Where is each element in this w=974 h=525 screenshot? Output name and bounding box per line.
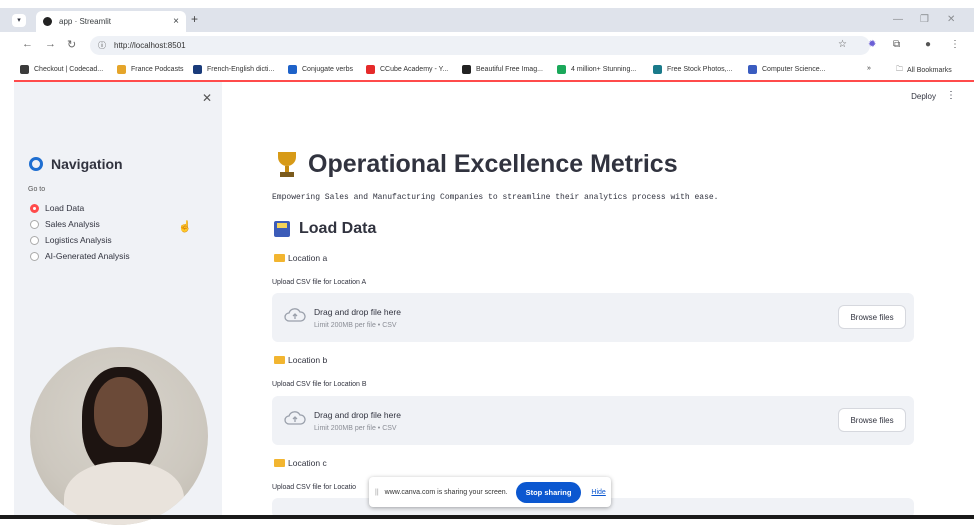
bookmark-item[interactable]: French-English dicti... — [193, 65, 274, 74]
url-text: http://localhost:8501 — [114, 41, 186, 50]
sidebar-close-icon[interactable]: ✕ — [202, 91, 212, 105]
bookmark-star-icon[interactable]: ☆ — [838, 39, 847, 50]
profile-avatar-icon[interactable]: ● — [925, 39, 931, 50]
trophy-icon — [276, 151, 298, 178]
bookmark-favicon-icon — [193, 65, 202, 74]
location-b-heading: Location b — [274, 355, 327, 365]
site-info-icon[interactable]: ⓘ — [98, 40, 106, 51]
streamlit-favicon-icon — [43, 17, 52, 26]
folder-icon — [274, 254, 285, 262]
limit-text: Limit 200MB per file • CSV — [314, 322, 397, 329]
main-menu-icon[interactable]: ⋮ — [946, 90, 956, 101]
bookmark-favicon-icon — [288, 65, 297, 74]
bookmark-item[interactable]: Computer Science... — [748, 65, 825, 74]
window-top — [0, 0, 974, 8]
back-arrow-icon[interactable]: ← — [22, 38, 33, 50]
bookmark-favicon-icon — [557, 65, 566, 74]
tab-search-chevron-icon[interactable]: ▾ — [12, 14, 26, 27]
minimize-icon[interactable]: — — [893, 14, 903, 25]
bookmark-item[interactable]: Beautiful Free Imag... — [462, 65, 543, 74]
bookmark-favicon-icon — [748, 65, 757, 74]
tab-title: app · Streamlit — [59, 17, 112, 26]
address-bar-row: ← → ↻ ⓘ http://localhost:8501 ☆ ✹ ⧉ ● ⋮ — [0, 32, 974, 60]
close-window-icon[interactable]: ✕ — [947, 14, 955, 25]
file-dropzone-b[interactable]: Drag and drop file here Limit 200MB per … — [272, 396, 914, 445]
radio-empty-icon — [30, 235, 39, 245]
radio-selected-icon — [30, 203, 39, 213]
bookmark-item[interactable]: CCube Academy - Y... — [366, 65, 448, 74]
reload-icon[interactable]: ↻ — [67, 38, 76, 51]
radio-ai-generated-analysis[interactable]: AI-Generated Analysis — [30, 251, 130, 261]
bookmark-item[interactable]: 4 million+ Stunning... — [557, 65, 636, 74]
bookmark-favicon-icon — [462, 65, 471, 74]
file-dropzone-a[interactable]: Drag and drop file here Limit 200MB per … — [272, 293, 914, 342]
browser-menu-icon[interactable]: ⋮ — [950, 39, 960, 50]
upload-label-a: Upload CSV file for Location A — [272, 279, 367, 286]
browse-files-button[interactable]: Browse files — [838, 305, 906, 329]
bookmark-item[interactable]: Conjugate verbs — [288, 65, 353, 74]
page-subtitle: Empowering Sales and Manufacturing Compa… — [272, 193, 719, 202]
bookmark-favicon-icon — [20, 65, 29, 74]
new-tab-plus-icon[interactable]: + — [191, 12, 198, 26]
browse-files-button[interactable]: Browse files — [838, 408, 906, 432]
webcam-video-overlay — [30, 347, 208, 525]
extension-gear-icon[interactable]: ✹ — [868, 39, 876, 50]
hand-cursor-icon: ☝ — [178, 221, 192, 233]
bookmarks-overflow-icon[interactable]: » — [867, 65, 871, 72]
sidebar: ✕ Navigation Go to Load Data Sales Analy… — [14, 82, 222, 525]
goto-label: Go to — [28, 186, 46, 193]
radio-empty-icon — [30, 219, 39, 229]
hide-share-bar-link[interactable]: Hide — [591, 489, 605, 496]
upload-cloud-icon — [284, 308, 306, 322]
bookmark-favicon-icon — [117, 65, 126, 74]
all-bookmarks-folder[interactable]: 🗀 All Bookmarks — [896, 65, 952, 76]
deploy-button[interactable]: Deploy — [911, 92, 936, 101]
bookmark-favicon-icon — [653, 65, 662, 74]
tab-close-icon[interactable]: × — [173, 16, 179, 27]
folder-icon — [274, 459, 285, 467]
bookmark-item[interactable]: Free Stock Photos,... — [653, 65, 732, 74]
radio-load-data[interactable]: Load Data — [30, 203, 84, 213]
section-heading: Load Data — [274, 220, 376, 238]
forward-arrow-icon[interactable]: → — [45, 38, 56, 50]
folder-icon: 🗀 — [896, 66, 903, 73]
radio-empty-icon — [30, 251, 39, 261]
radio-logistics-analysis[interactable]: Logistics Analysis — [30, 235, 112, 245]
maximize-icon[interactable]: ❐ — [920, 14, 929, 25]
extensions-puzzle-icon[interactable]: ⧉ — [893, 39, 900, 50]
sidebar-title: Navigation — [29, 156, 123, 172]
drop-text: Drag and drop file here — [314, 410, 401, 420]
share-message: www.canva.com is sharing your screen. — [384, 488, 508, 496]
limit-text: Limit 200MB per file • CSV — [314, 425, 397, 432]
location-a-heading: Location a — [274, 253, 327, 263]
tab-bar: ▾ app · Streamlit × + — ❐ ✕ — [0, 8, 974, 32]
upload-label-c: Upload CSV file for Locatio — [272, 484, 357, 491]
bookmarks-bar: Checkout | Codecad... France Podcasts Fr… — [0, 60, 974, 80]
floppy-disk-icon — [274, 221, 290, 237]
stop-sharing-button[interactable]: Stop sharing — [515, 481, 582, 503]
upload-cloud-icon — [284, 411, 306, 425]
bookmark-item[interactable]: France Podcasts — [117, 65, 184, 74]
location-c-heading: Location c — [274, 458, 327, 468]
bookmark-item[interactable]: Checkout | Codecad... — [20, 65, 103, 74]
upload-label-b: Upload CSV file for Location B — [272, 381, 367, 388]
magnifier-icon — [29, 157, 43, 171]
bookmark-favicon-icon — [366, 65, 375, 74]
page-title: Operational Excellence Metrics — [276, 150, 678, 179]
folder-icon — [274, 356, 285, 364]
drop-text: Drag and drop file here — [314, 307, 401, 317]
radio-sales-analysis[interactable]: Sales Analysis — [30, 219, 100, 229]
main-content: Deploy ⋮ Operational Excellence Metrics … — [222, 82, 974, 518]
screen-share-bar: || www.canva.com is sharing your screen.… — [369, 477, 611, 507]
url-field[interactable]: ⓘ http://localhost:8501 — [90, 36, 870, 55]
tab-app-streamlit[interactable]: app · Streamlit × — [36, 11, 186, 32]
drag-handle-icon[interactable]: || — [375, 489, 379, 496]
taskbar — [0, 515, 974, 519]
